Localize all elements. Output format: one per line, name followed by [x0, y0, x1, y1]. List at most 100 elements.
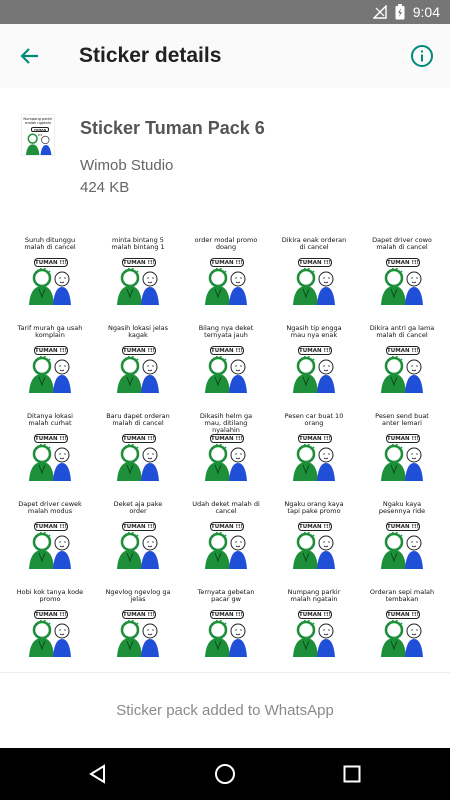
sticker-label: TUMAN !!!: [386, 258, 420, 267]
sticker-item[interactable]: Dapet driver cowo malah di cancel TUMAN !…: [366, 233, 438, 305]
sticker-caption: Hobi kok tanya kode promo: [16, 588, 84, 603]
battery-charging-icon: [395, 4, 405, 20]
sticker-caption: Bilang nya deket ternyata jauh: [198, 324, 254, 339]
sticker-label: TUMAN !!!: [210, 610, 244, 619]
sticker-label: TUMAN !!!: [386, 346, 420, 355]
added-status-text: Sticker pack added to WhatsApp: [116, 702, 334, 719]
navigation-bar: [0, 748, 450, 800]
tray-caption: Numpang parkir malah ngatain: [23, 117, 53, 125]
sticker-label: TUMAN !!!: [122, 522, 156, 531]
sticker-figures: [381, 267, 423, 305]
tray-label: TUMAN !!!: [31, 127, 49, 137]
sticker-caption: Dikira enak orderan di cancel: [281, 236, 347, 251]
sticker-label: TUMAN !!!: [298, 346, 332, 355]
nav-home-button[interactable]: [213, 762, 237, 786]
arrow-back-icon: [20, 48, 38, 64]
sticker-item[interactable]: Bilang nya deket ternyata jauh TUMAN !!!: [190, 321, 262, 393]
sticker-item[interactable]: Ternyata gebetan pacar gw TUMAN !!!: [190, 585, 262, 657]
sticker-item[interactable]: Dikira antri ga lama malah di cancel TUMA…: [366, 321, 438, 393]
pack-name: Sticker Tuman Pack 6: [80, 118, 265, 138]
sticker-caption: Ternyata gebetan pacar gw: [197, 588, 255, 603]
sticker-item[interactable]: Orderan sepi malah tembakan TUMAN !!!: [366, 585, 438, 657]
sticker-figures: [381, 619, 423, 657]
sticker-label: TUMAN !!!: [210, 522, 244, 531]
sticker-item[interactable]: Hobi kok tanya kode promo TUMAN !!!: [14, 585, 86, 657]
sticker-label: TUMAN !!!: [34, 610, 68, 619]
sticker-label: TUMAN !!!: [34, 258, 68, 267]
nav-back-icon: [89, 764, 105, 784]
sticker-label: TUMAN !!!: [210, 346, 244, 355]
pack-tray-icon: Numpang parkir malah ngatain TUMAN !!!: [21, 114, 55, 156]
sticker-item[interactable]: Ngaku orang kaya tapi pake promo TUMAN !!…: [278, 497, 350, 569]
sticker-label: TUMAN !!!: [122, 346, 156, 355]
sticker-item[interactable]: Dikasih helm ga mau, ditilang nyalahin TU…: [190, 409, 262, 481]
sticker-item[interactable]: minta bintang 5 malah bintang 1 TUMAN !!!: [102, 233, 174, 305]
pack-header: Numpang parkir malah ngatain TUMAN !!! S…: [0, 88, 450, 216]
sticker-figures: [29, 619, 71, 657]
sticker-item[interactable]: Ngaku kaya pesennya ride TUMAN !!!: [366, 497, 438, 569]
page-title: Sticker details: [79, 44, 222, 67]
sticker-caption: Dapet driver cowo malah di cancel: [372, 236, 432, 251]
sticker-label: TUMAN !!!: [298, 522, 332, 531]
back-button[interactable]: [14, 40, 46, 72]
sticker-label: TUMAN !!!: [386, 522, 420, 531]
sticker-item[interactable]: order modal promo doang TUMAN !!!: [190, 233, 262, 305]
sticker-caption: Dapet driver cewek malah modus: [18, 500, 82, 515]
status-bar: 9:04: [0, 0, 450, 24]
sticker-caption: Dikasih helm ga mau, ditilang nyalahin: [199, 412, 253, 434]
sticker-figures: [381, 355, 423, 393]
sticker-caption: Ngasih lokasi jelas kagak: [107, 324, 168, 339]
sticker-item[interactable]: Tarif murah ga usah komplain TUMAN !!!: [14, 321, 86, 393]
signal-off-icon: [372, 5, 387, 19]
sticker-label: TUMAN !!!: [34, 522, 68, 531]
sticker-label: TUMAN !!!: [122, 610, 156, 619]
sticker-label: TUMAN !!!: [386, 434, 420, 443]
sticker-figures: [29, 443, 71, 481]
sticker-item[interactable]: Pesen car buat 10 orang TUMAN !!!: [278, 409, 350, 481]
sticker-item[interactable]: Suruh ditunggu malah di cancel TUMAN !!!: [14, 233, 86, 305]
sticker-figures: [381, 531, 423, 569]
sticker-label: TUMAN !!!: [386, 610, 420, 619]
sticker-item[interactable]: Dikira enak orderan di cancel TUMAN !!!: [278, 233, 350, 305]
sticker-item[interactable]: Ngasih tip engga mau nya enak TUMAN !!!: [278, 321, 350, 393]
info-button[interactable]: [408, 42, 436, 70]
sticker-item[interactable]: Ditanya lokasi malah curhat TUMAN !!!: [14, 409, 86, 481]
sticker-label: TUMAN !!!: [34, 346, 68, 355]
sticker-label: TUMAN !!!: [298, 258, 332, 267]
sticker-item[interactable]: Deket aja pake order TUMAN !!!: [102, 497, 174, 569]
sticker-caption: Ngaku orang kaya tapi pake promo: [284, 500, 344, 515]
sticker-label: TUMAN !!!: [122, 258, 156, 267]
sticker-figures: [381, 443, 423, 481]
tray-figures: [25, 133, 52, 155]
sticker-caption: Tarif murah ga usah komplain: [17, 324, 83, 339]
sticker-label: TUMAN !!!: [298, 610, 332, 619]
sticker-figures: [205, 267, 247, 305]
sticker-caption: Suruh ditunggu malah di cancel: [24, 236, 76, 251]
sticker-caption: Orderan sepi malah tembakan: [369, 588, 435, 603]
sticker-item[interactable]: Dapet driver cewek malah modus TUMAN !!!: [14, 497, 86, 569]
sticker-figures: [29, 531, 71, 569]
sticker-caption: Udah deket malah di cancel: [192, 500, 260, 515]
sticker-item[interactable]: Baru dapet orderan malah di cancel TUMAN …: [102, 409, 174, 481]
sticker-item[interactable]: Ngasih lokasi jelas kagak TUMAN !!!: [102, 321, 174, 393]
sticker-item[interactable]: Udah deket malah di cancel TUMAN !!!: [190, 497, 262, 569]
sticker-label: TUMAN !!!: [34, 434, 68, 443]
nav-back-button[interactable]: [86, 762, 110, 786]
sticker-caption: minta bintang 5 malah bintang 1: [111, 236, 165, 251]
sticker-caption: Ngaku kaya pesennya ride: [378, 500, 426, 515]
sticker-item[interactable]: Numpang parkir malah ngatain TUMAN !!!: [278, 585, 350, 657]
sticker-figures: [205, 531, 247, 569]
sticker-figures: [29, 355, 71, 393]
sticker-label: TUMAN !!!: [210, 258, 244, 267]
sticker-item[interactable]: Pesen send buat anter lemari TUMAN !!!: [366, 409, 438, 481]
sticker-item[interactable]: Ngevlog ngevlog ga jelas TUMAN !!!: [102, 585, 174, 657]
sticker-label: TUMAN !!!: [298, 434, 332, 443]
sticker-figures: [117, 355, 159, 393]
nav-recents-button[interactable]: [340, 762, 364, 786]
nav-recents-icon: [343, 765, 361, 783]
sticker-figures: [205, 443, 247, 481]
info-icon: [411, 45, 433, 67]
pack-size: 424 KB: [80, 179, 130, 196]
status-time: 9:04: [412, 4, 440, 20]
sticker-figures: [117, 531, 159, 569]
